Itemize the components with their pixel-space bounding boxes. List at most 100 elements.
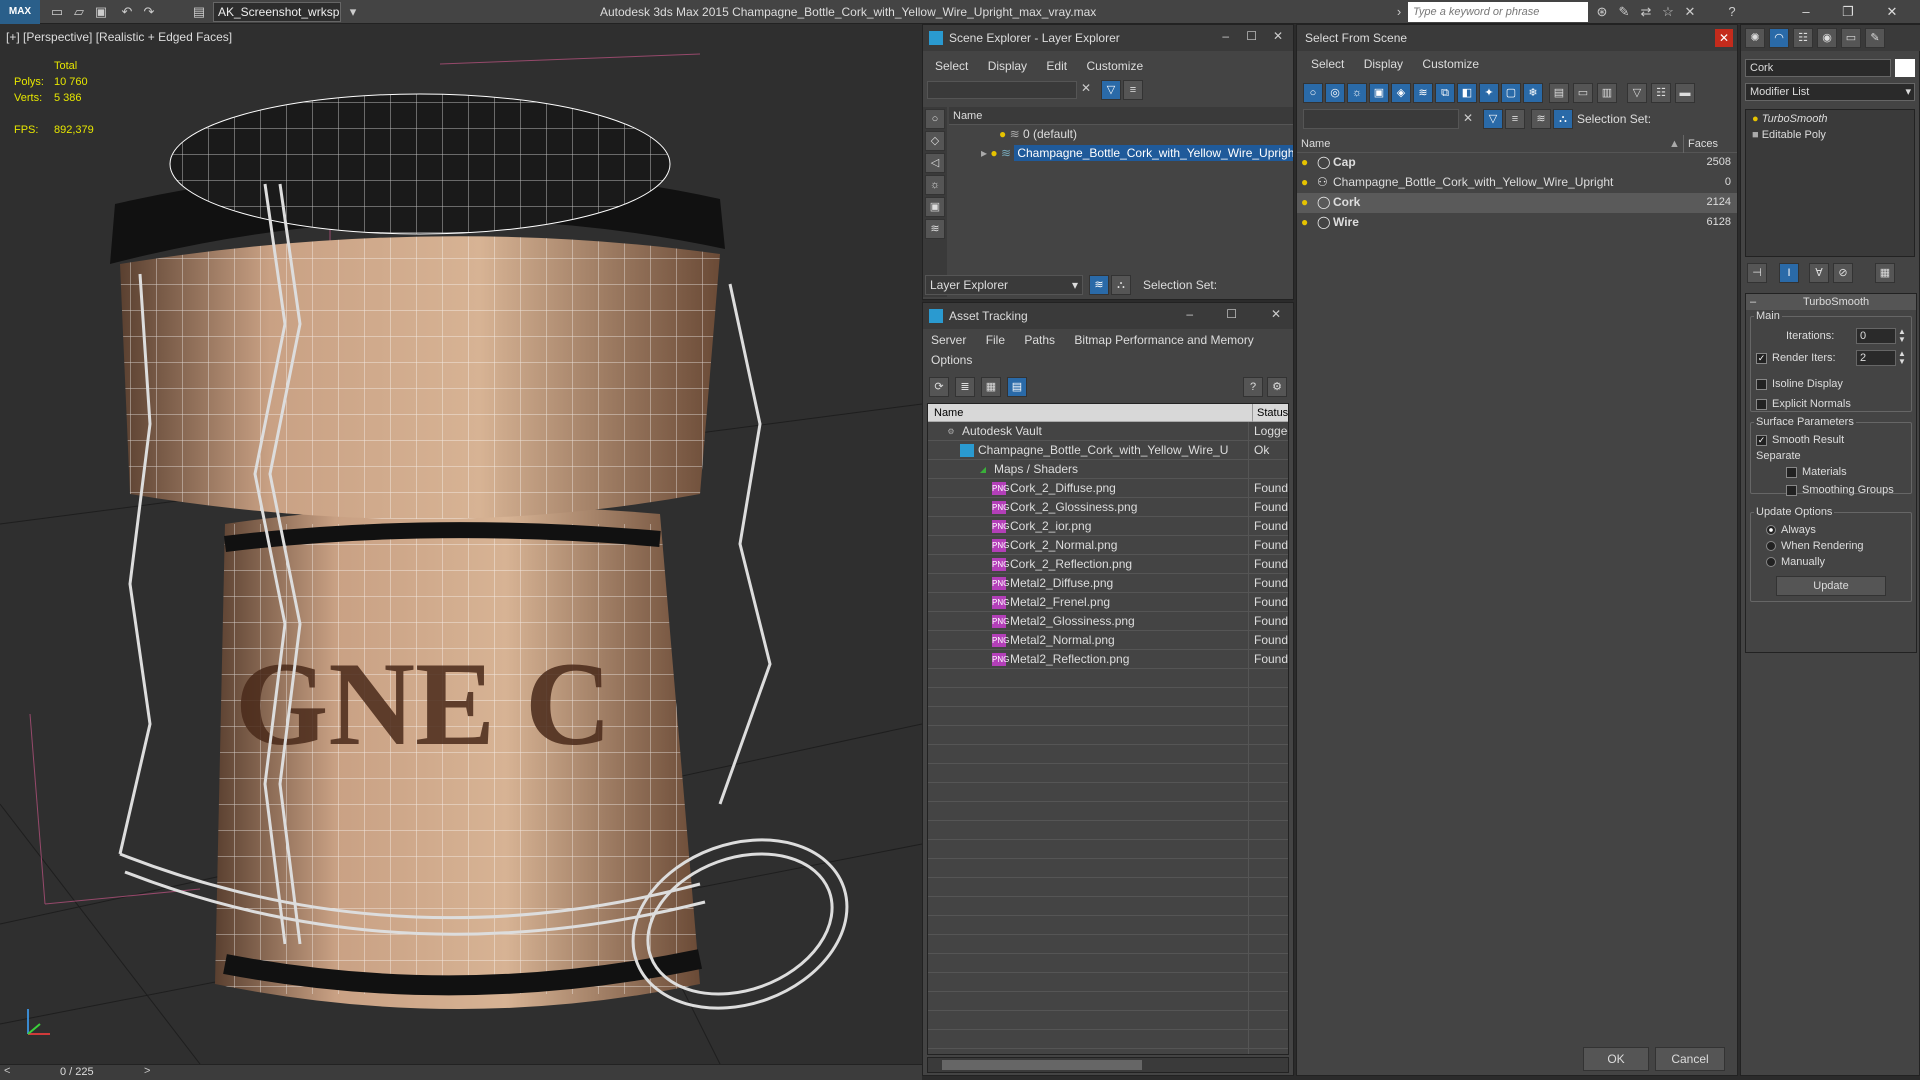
layer-explorer-dropdown[interactable]: Layer Explorer ▾: [925, 275, 1083, 295]
lights-filter-icon[interactable]: ☼: [1347, 83, 1367, 103]
menu-bitmap-performance[interactable]: Bitmap Performance and Memory: [1066, 333, 1261, 347]
asset-row[interactable]: PNG Cork_2_Normal.png Found: [928, 536, 1288, 555]
stack-item-turbosmooth[interactable]: ● TurboSmooth: [1746, 110, 1914, 128]
smooth-result-row[interactable]: ✓ Smooth Result: [1756, 434, 1844, 446]
display-helpers-icon[interactable]: ≋: [925, 219, 945, 239]
display-geometry-icon[interactable]: ◇: [925, 131, 945, 151]
table-view-icon[interactable]: ▤: [1007, 377, 1027, 397]
render-iters-row[interactable]: ✓ Render Iters:: [1756, 352, 1836, 364]
when-rendering-radio[interactable]: [1766, 541, 1776, 552]
maximize-icon[interactable]: ❐: [1832, 0, 1864, 24]
search-input[interactable]: Type a keyword or phrase: [1408, 2, 1588, 22]
object-row[interactable]: ● ◯ Cap 2508: [1297, 153, 1737, 173]
menu-display[interactable]: Display: [980, 59, 1035, 73]
select-none-icon[interactable]: ▭: [1573, 83, 1593, 103]
asset-row[interactable]: PNG Cork_2_Diffuse.png Found: [928, 479, 1288, 498]
hierarchy-icon[interactable]: ⛬: [1553, 109, 1573, 129]
always-radio[interactable]: [1766, 525, 1776, 536]
display-cameras-icon[interactable]: ▣: [925, 197, 945, 217]
name-column-header[interactable]: Name: [934, 404, 963, 422]
refresh-icon[interactable]: ⟳: [929, 377, 949, 397]
menu-customize[interactable]: Customize: [1414, 57, 1487, 71]
smooth-result-checkbox[interactable]: ✓: [1756, 434, 1767, 446]
layers-icon[interactable]: ≋: [1531, 109, 1551, 129]
frozen-filter-icon[interactable]: ❄: [1523, 83, 1543, 103]
spinner-arrows-icon[interactable]: ▲ ▼: [1898, 350, 1906, 366]
iterations-spinner[interactable]: 0: [1856, 328, 1896, 344]
cameras-filter-icon[interactable]: ▣: [1369, 83, 1389, 103]
materials-row[interactable]: Materials: [1786, 466, 1847, 478]
filter-active-icon[interactable]: ▽: [1483, 109, 1503, 129]
menu-customize[interactable]: Customize: [1078, 59, 1151, 73]
menu-select[interactable]: Select: [927, 59, 976, 73]
layer-row-default[interactable]: ● ≋ 0 (default): [949, 125, 1293, 144]
configure-sets-icon[interactable]: ▦: [1875, 263, 1895, 283]
exchange-icon[interactable]: ⇄: [1636, 3, 1656, 21]
asset-row[interactable]: Champagne_Bottle_Cork_with_Yellow_Wire_U…: [928, 441, 1288, 460]
select-all-icon[interactable]: ▤: [1549, 83, 1569, 103]
update-button[interactable]: Update: [1776, 576, 1886, 596]
name-column-header[interactable]: Name: [1301, 135, 1330, 153]
name-column-header[interactable]: Name: [949, 107, 1293, 125]
binoculars-icon[interactable]: ⊛: [1592, 3, 1612, 21]
hierarchy-tab-icon[interactable]: ☷: [1793, 28, 1813, 48]
isoline-display-checkbox[interactable]: [1756, 378, 1767, 390]
menu-paths[interactable]: Paths: [1016, 333, 1063, 347]
save-file-icon[interactable]: ▣: [92, 3, 110, 21]
asset-row[interactable]: PNG Metal2_Glossiness.png Found: [928, 612, 1288, 631]
lightbulb-icon[interactable]: ●: [990, 146, 997, 160]
display-lights-icon[interactable]: ☼: [925, 175, 945, 195]
chevron-down-icon[interactable]: ▾: [344, 3, 362, 21]
lightbulb-icon[interactable]: ●: [1752, 113, 1759, 125]
rollout-title[interactable]: – TurboSmooth: [1746, 294, 1916, 310]
menu-select[interactable]: Select: [1303, 57, 1352, 71]
menu-file[interactable]: File: [978, 333, 1013, 347]
spacewarps-filter-icon[interactable]: ≋: [1413, 83, 1433, 103]
make-unique-icon[interactable]: ∀: [1809, 263, 1829, 283]
smoothing-groups-row[interactable]: Smoothing Groups: [1786, 484, 1894, 496]
expand-arrow-icon[interactable]: ▸: [981, 146, 990, 160]
object-name-field[interactable]: Cork: [1745, 59, 1891, 77]
lightbulb-icon[interactable]: ●: [999, 127, 1006, 141]
clear-search-icon[interactable]: ✕: [1081, 81, 1091, 95]
utilities-tab-icon[interactable]: ✎: [1865, 28, 1885, 48]
object-row[interactable]: ● ◯ Cork 2124: [1297, 193, 1737, 213]
minimize-icon[interactable]: –: [1186, 307, 1193, 321]
chevron-left-icon[interactable]: <: [4, 1065, 10, 1077]
isoline-display-row[interactable]: Isoline Display: [1756, 378, 1843, 390]
help-icon[interactable]: ?: [1722, 3, 1742, 21]
maximize-icon[interactable]: ☐: [1246, 29, 1257, 43]
materials-checkbox[interactable]: [1786, 466, 1797, 478]
lightbulb-icon[interactable]: ●: [1301, 193, 1308, 212]
clear-search-icon[interactable]: ✕: [1463, 111, 1473, 125]
geometry-filter-icon[interactable]: ○: [1303, 83, 1323, 103]
bones-filter-icon[interactable]: ✦: [1479, 83, 1499, 103]
motion-tab-icon[interactable]: ◉: [1817, 28, 1837, 48]
create-tab-icon[interactable]: ✺: [1745, 28, 1765, 48]
redo-icon[interactable]: ↷: [140, 3, 158, 21]
find-input[interactable]: [1303, 109, 1459, 129]
render-iters-checkbox[interactable]: ✓: [1756, 352, 1767, 364]
ok-button[interactable]: OK: [1583, 1047, 1649, 1071]
sort-arrow-icon[interactable]: ▲: [1669, 135, 1680, 153]
close-icon[interactable]: ✕: [1715, 29, 1733, 47]
containers-filter-icon[interactable]: ▢: [1501, 83, 1521, 103]
display-tab-icon[interactable]: ▭: [1841, 28, 1861, 48]
asset-row[interactable]: ⚙ Autodesk Vault Logged: [928, 422, 1288, 441]
viewport-label[interactable]: [+] [Perspective] [Realistic + Edged Fac…: [6, 30, 232, 44]
help-icon[interactable]: ?: [1243, 377, 1263, 397]
render-iters-spinner[interactable]: 2: [1856, 350, 1896, 366]
app-logo-icon[interactable]: MAX: [0, 0, 40, 24]
asset-row[interactable]: PNG Cork_2_Glossiness.png Found: [928, 498, 1288, 517]
object-row[interactable]: ● ◯ Wire 6128: [1297, 213, 1737, 233]
asset-row[interactable]: PNG Metal2_Frenel.png Found: [928, 593, 1288, 612]
hierarchy-icon[interactable]: ⛬: [1111, 275, 1131, 295]
manually-radio[interactable]: [1766, 557, 1776, 568]
undo-icon[interactable]: ↶: [118, 3, 136, 21]
maximize-icon[interactable]: ☐: [1226, 307, 1237, 321]
workspace-select[interactable]: AK_Screenshot_wrksp: [213, 2, 341, 22]
perspective-viewport[interactable]: GNE C [+] [Perspective] [Realistic + Edg…: [0, 24, 922, 1064]
faces-column-header[interactable]: Faces: [1683, 135, 1718, 153]
minimize-icon[interactable]: –: [1222, 29, 1229, 43]
menu-options[interactable]: Options: [923, 353, 980, 367]
